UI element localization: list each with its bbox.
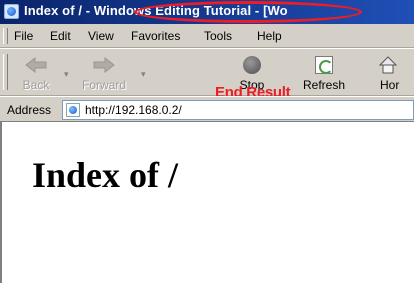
standard-toolbar: Back ▾ Forward ▾ Stop Refresh Hor <box>0 48 414 137</box>
refresh-button[interactable]: Refresh <box>300 53 348 93</box>
home-icon <box>378 56 398 74</box>
back-dropdown-icon[interactable]: ▾ <box>64 69 69 80</box>
stop-icon <box>243 56 261 74</box>
back-button[interactable]: Back <box>16 53 56 93</box>
forward-dropdown-icon[interactable]: ▾ <box>141 69 146 80</box>
menu-item-tools[interactable]: Tools <box>204 29 232 43</box>
refresh-icon <box>315 56 333 74</box>
address-input[interactable]: http://192.168.0.2/ <box>62 100 414 120</box>
address-url: http://192.168.0.2/ <box>85 103 182 117</box>
page-icon <box>66 103 80 117</box>
home-button[interactable]: Hor <box>372 53 412 93</box>
title-highlight-ellipse <box>134 1 362 23</box>
page-heading: Index of / <box>32 155 179 195</box>
refresh-label: Refresh <box>302 78 346 92</box>
menu-bar: File Edit View Favorites Tools Help <box>0 24 414 48</box>
forward-arrow-icon <box>93 57 115 73</box>
menu-item-view[interactable]: View <box>88 29 114 43</box>
page-content: Index of / <box>0 122 414 283</box>
browser-window: Index of / - Windows Editing Tutorial - … <box>0 0 414 283</box>
menu-item-favorites[interactable]: Favorites <box>131 29 180 43</box>
address-label: Address <box>7 103 52 117</box>
address-bar: Address http://192.168.0.2/ <box>0 96 414 122</box>
home-label: Hor <box>380 78 400 92</box>
title-bar[interactable]: Index of / - Windows Editing Tutorial - … <box>0 0 414 24</box>
forward-label: Forward <box>81 78 126 92</box>
menu-item-edit[interactable]: Edit <box>50 29 71 43</box>
menu-item-help[interactable]: Help <box>257 29 282 43</box>
forward-button[interactable]: Forward <box>76 53 132 93</box>
menu-item-file[interactable]: File <box>14 29 33 43</box>
ie-logo-icon[interactable] <box>4 4 19 19</box>
back-label: Back <box>22 78 50 92</box>
back-arrow-icon <box>25 57 47 73</box>
